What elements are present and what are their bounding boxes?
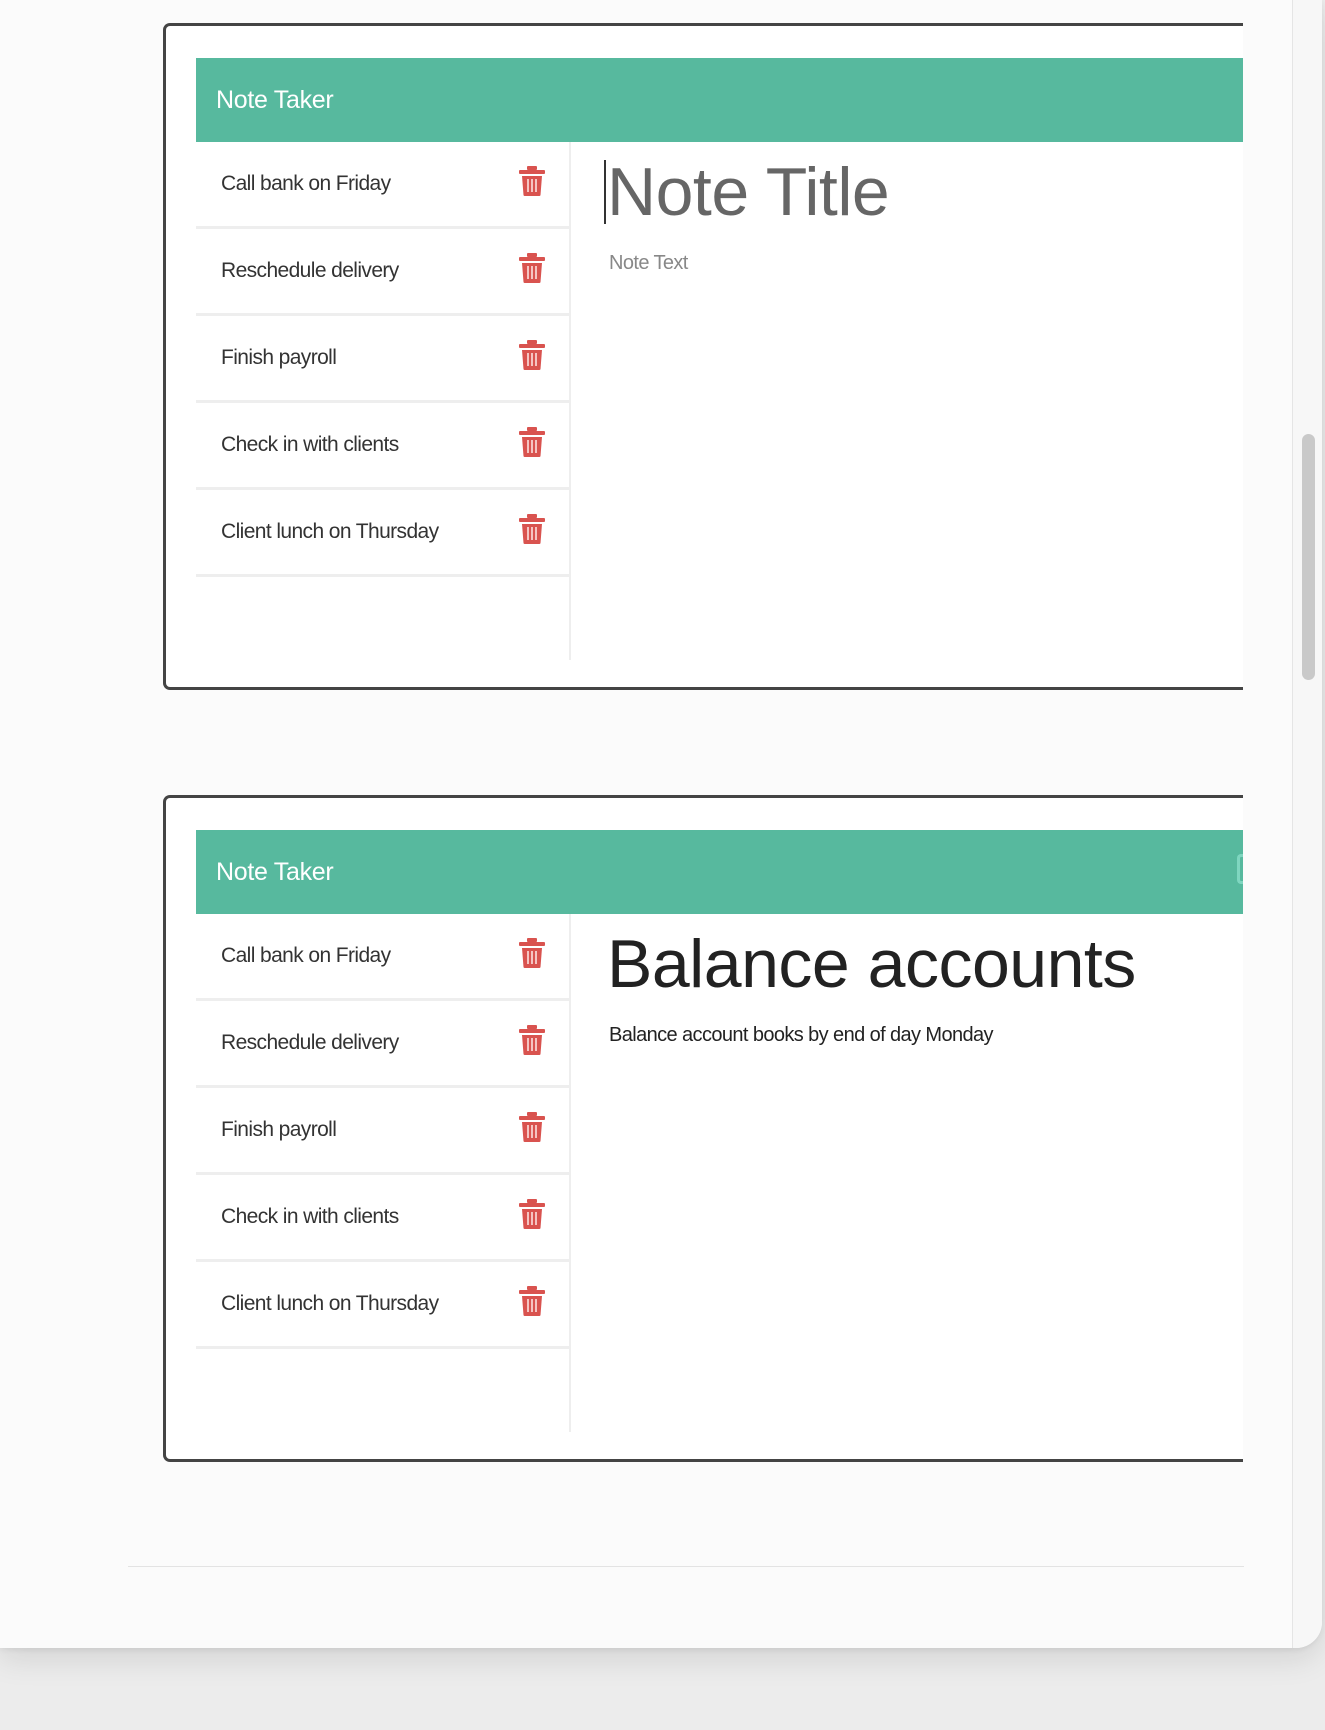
note-item-label: Finish payroll xyxy=(221,1118,337,1141)
scrollbar-thumb[interactable] xyxy=(1302,434,1315,680)
navbar: Note Taker xyxy=(196,58,1243,142)
list-item[interactable]: Client lunch on Thursday xyxy=(196,1262,569,1349)
scrollbar[interactable] xyxy=(1292,0,1322,1648)
note-list: Call bank on Friday Reschedule delivery … xyxy=(196,914,569,1349)
list-item[interactable]: Check in with clients xyxy=(196,403,569,490)
note-editor: Balance accounts Balance account books b… xyxy=(571,914,1243,1459)
screenshot-frame-selected-note: Note Taker Call bank on Friday Reschedul… xyxy=(163,795,1243,1462)
note-list: Call bank on Friday Reschedule delivery … xyxy=(196,142,569,577)
note-item-label: Reschedule delivery xyxy=(221,259,399,282)
trash-icon[interactable] xyxy=(519,1025,545,1055)
app-title[interactable]: Note Taker xyxy=(216,58,334,142)
trash-icon[interactable] xyxy=(519,1112,545,1142)
trash-icon[interactable] xyxy=(519,253,545,283)
note-title-input[interactable]: Note Title xyxy=(607,152,890,232)
note-editor: Note Title Note Text xyxy=(571,142,1243,687)
page-panel: Note Taker Call bank on Friday Reschedul… xyxy=(0,0,1322,1648)
note-text-input[interactable]: Note Text xyxy=(609,252,688,275)
text-caret xyxy=(604,160,606,224)
list-item[interactable]: Call bank on Friday xyxy=(196,142,569,229)
note-item-label: Check in with clients xyxy=(221,1205,399,1228)
divider xyxy=(128,1566,1244,1567)
list-item[interactable]: Reschedule delivery xyxy=(196,1001,569,1088)
new-note-button[interactable] xyxy=(1237,854,1243,884)
note-item-label: Reschedule delivery xyxy=(221,1031,399,1054)
note-item-label: Call bank on Friday xyxy=(221,172,391,195)
trash-icon[interactable] xyxy=(519,1286,545,1316)
note-sidebar: Call bank on Friday Reschedule delivery … xyxy=(196,142,571,660)
note-title-input[interactable]: Balance accounts xyxy=(607,924,1136,1004)
trash-icon[interactable] xyxy=(519,340,545,370)
list-item[interactable]: Check in with clients xyxy=(196,1175,569,1262)
screenshot-frame-empty-note: Note Taker Call bank on Friday Reschedul… xyxy=(163,23,1243,690)
note-sidebar: Call bank on Friday Reschedule delivery … xyxy=(196,914,571,1432)
navbar: Note Taker xyxy=(196,830,1243,914)
list-item[interactable]: Reschedule delivery xyxy=(196,229,569,316)
trash-icon[interactable] xyxy=(519,427,545,457)
note-item-label: Check in with clients xyxy=(221,433,399,456)
note-item-label: Client lunch on Thursday xyxy=(221,520,439,543)
list-item[interactable]: Client lunch on Thursday xyxy=(196,490,569,577)
note-item-label: Client lunch on Thursday xyxy=(221,1292,439,1315)
list-item[interactable]: Finish payroll xyxy=(196,316,569,403)
note-text-input[interactable]: Balance account books by end of day Mond… xyxy=(609,1024,994,1047)
note-item-label: Call bank on Friday xyxy=(221,944,391,967)
trash-icon[interactable] xyxy=(519,166,545,196)
note-item-label: Finish payroll xyxy=(221,346,337,369)
trash-icon[interactable] xyxy=(519,938,545,968)
list-item[interactable]: Finish payroll xyxy=(196,1088,569,1175)
app-title[interactable]: Note Taker xyxy=(216,830,334,914)
trash-icon[interactable] xyxy=(519,514,545,544)
list-item[interactable]: Call bank on Friday xyxy=(196,914,569,1001)
trash-icon[interactable] xyxy=(519,1199,545,1229)
